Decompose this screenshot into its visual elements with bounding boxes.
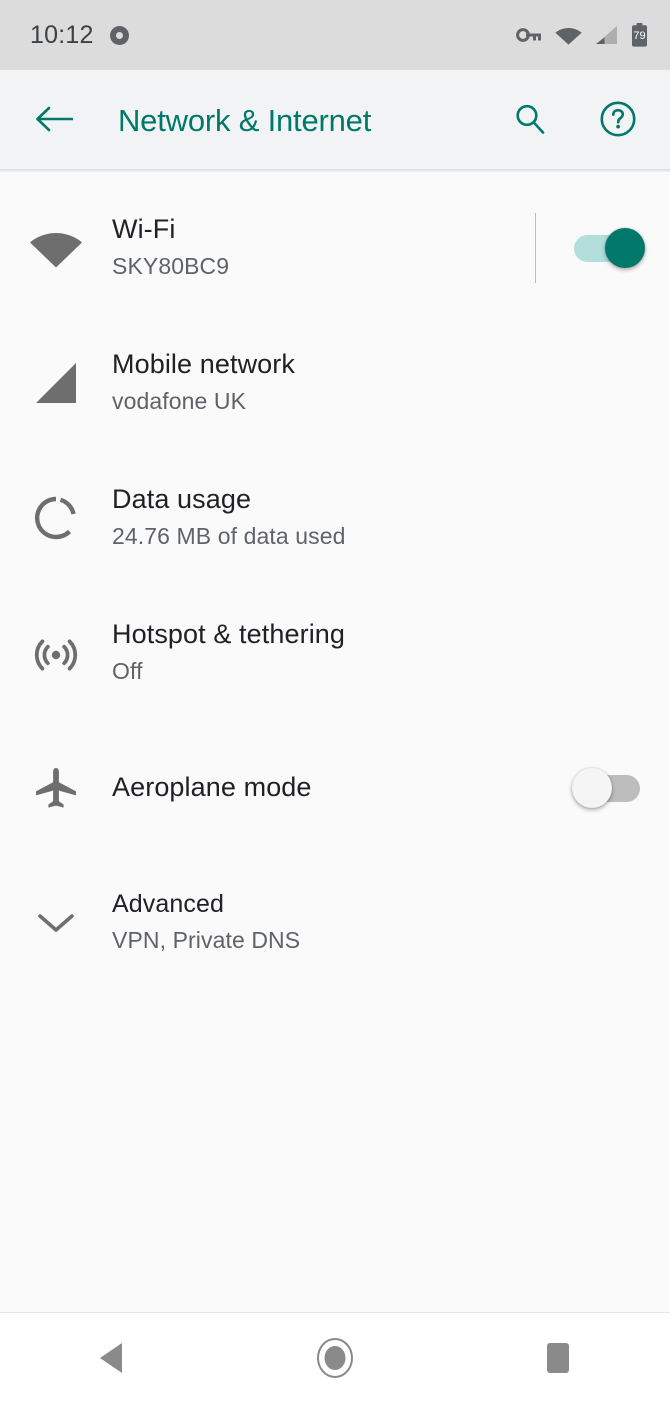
- aeroplane-mode-toggle[interactable]: [572, 766, 646, 810]
- row-vertical-divider: [535, 212, 536, 283]
- list-item-title: Aeroplane mode: [112, 771, 312, 802]
- list-item-subtitle: VPN, Private DNS: [112, 926, 301, 953]
- toggle-thumb: [605, 227, 645, 268]
- back-triangle-icon: [96, 1341, 128, 1380]
- cellular-signal-icon: [595, 25, 618, 45]
- status-bar-left: 10:12: [30, 21, 129, 50]
- list-item-title: Hotspot & tethering: [112, 618, 346, 649]
- battery-level-text: 79: [633, 30, 645, 42]
- help-button[interactable]: [592, 95, 644, 147]
- hotspot-tethering-icon: [0, 629, 112, 677]
- aeroplane-icon: [0, 764, 112, 812]
- list-item-subtitle: Off: [112, 657, 143, 684]
- status-bar-right: 79: [516, 23, 648, 47]
- list-item-text: Aeroplane mode: [112, 770, 572, 805]
- list-item-control: [572, 226, 646, 270]
- list-item-title: Wi-Fi: [112, 213, 176, 244]
- wifi-icon: [555, 25, 582, 45]
- list-item-text: Advanced VPN, Private DNS: [112, 888, 646, 957]
- status-bar: 10:12 79: [0, 0, 670, 70]
- nav-recents-button[interactable]: [498, 1313, 618, 1408]
- chevron-down-icon: [0, 909, 112, 937]
- search-icon: [513, 102, 547, 141]
- list-item-title: Advanced: [112, 890, 224, 919]
- back-arrow-icon: [35, 104, 74, 139]
- list-item-text: Wi-Fi SKY80BC9: [112, 212, 535, 283]
- record-dot-icon: [109, 25, 129, 45]
- app-bar: Network & Internet: [0, 70, 670, 172]
- search-button[interactable]: [504, 95, 556, 147]
- recents-square-icon: [542, 1340, 574, 1381]
- toggle-thumb: [572, 767, 612, 808]
- vpn-key-icon: [516, 25, 542, 45]
- home-circle-icon: [315, 1336, 355, 1385]
- list-item-data-usage[interactable]: Data usage 24.76 MB of data used: [0, 450, 670, 585]
- list-item-mobile-network[interactable]: Mobile network vodafone UK: [0, 315, 670, 450]
- list-item-title: Data usage: [112, 483, 252, 514]
- list-item-text: Data usage 24.76 MB of data used: [112, 482, 646, 553]
- list-item-advanced[interactable]: Advanced VPN, Private DNS: [0, 855, 670, 990]
- nav-home-button[interactable]: [275, 1313, 395, 1408]
- cellular-signal-icon: [0, 360, 112, 406]
- battery-icon: 79: [631, 23, 648, 47]
- help-icon: [599, 100, 637, 143]
- list-item-text: Hotspot & tethering Off: [112, 617, 646, 688]
- phone-screen: 10:12 79 Network & Internet Wi-Fi SKY80B…: [0, 0, 670, 1408]
- wifi-icon: [0, 227, 112, 269]
- list-item-hotspot-tethering[interactable]: Hotspot & tethering Off: [0, 585, 670, 720]
- list-item-text: Mobile network vodafone UK: [112, 347, 646, 418]
- status-bar-clock: 10:12: [30, 20, 94, 49]
- list-item-title: Mobile network: [112, 348, 295, 379]
- list-item-subtitle: 24.76 MB of data used: [112, 522, 346, 549]
- list-item-wifi[interactable]: Wi-Fi SKY80BC9: [0, 180, 670, 315]
- nav-back-button[interactable]: [52, 1313, 172, 1408]
- wifi-toggle[interactable]: [572, 226, 646, 270]
- page-title: Network & Internet: [118, 103, 372, 138]
- list-item-aeroplane-mode[interactable]: Aeroplane mode: [0, 720, 670, 855]
- data-usage-icon: [0, 494, 112, 542]
- settings-list: Wi-Fi SKY80BC9 Mobile network vodafone U…: [0, 172, 670, 1312]
- back-button[interactable]: [30, 97, 78, 145]
- navigation-bar: [0, 1312, 670, 1408]
- list-item-control: [572, 766, 646, 810]
- list-item-subtitle: SKY80BC9: [112, 252, 230, 279]
- list-item-subtitle: vodafone UK: [112, 387, 247, 414]
